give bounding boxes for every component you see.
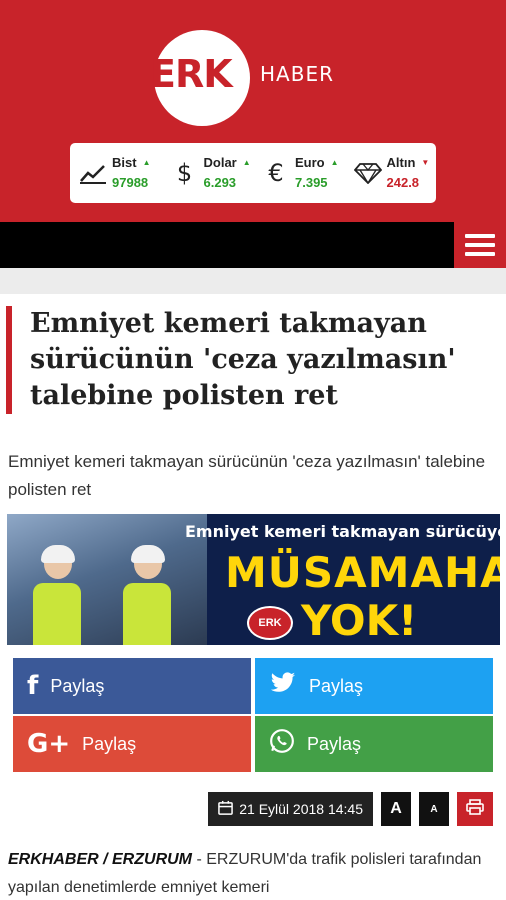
share-label: Paylaş bbox=[307, 733, 362, 754]
banner-logo: ERK bbox=[247, 606, 293, 640]
ticker-label: Altın bbox=[386, 155, 416, 170]
share-label: Paylaş bbox=[50, 675, 105, 696]
market-ticker: Bist ▲ 97988 $ Dolar ▲ 6.293 € Euro ▲ 7.395… bbox=[70, 143, 436, 203]
menu-line bbox=[465, 252, 495, 256]
ticker-item-altin: Altın ▼ 242.8 bbox=[345, 143, 437, 203]
calendar-icon bbox=[218, 800, 234, 819]
article-summary: Emniyet kemeri takmayan sürücünün 'ceza … bbox=[8, 452, 486, 499]
site-logo[interactable]: ERK HABER bbox=[150, 30, 362, 126]
article-toolbar: 21 Eylül 2018 14:45 A A bbox=[208, 792, 493, 826]
source-separator: - bbox=[192, 851, 207, 868]
police-officer bbox=[117, 545, 177, 645]
twitter-icon bbox=[269, 671, 297, 701]
share-google-plus-button[interactable]: G+ Paylaş bbox=[13, 716, 251, 772]
decrease-font-button[interactable]: A bbox=[419, 792, 449, 826]
article-body: ERKHABER / ERZURUM - ERZURUM'da trafik p… bbox=[8, 846, 500, 900]
share-whatsapp-button[interactable]: Paylaş bbox=[255, 716, 493, 772]
trend-up-icon: ▲ bbox=[242, 158, 251, 167]
publish-date-text: 21 Eylül 2018 14:45 bbox=[239, 801, 363, 817]
dollar-icon: $ bbox=[176, 159, 193, 187]
share-label: Paylaş bbox=[309, 675, 364, 696]
ticker-value: 6.293 bbox=[203, 175, 237, 190]
ticker-label: Bist bbox=[112, 155, 137, 170]
print-icon bbox=[466, 799, 484, 819]
ticker-value: 242.8 bbox=[386, 175, 420, 190]
share-facebook-button[interactable]: f Paylaş bbox=[13, 658, 251, 714]
banner-headline: Emniyet kemeri takmayan sürücüye bbox=[185, 522, 500, 541]
share-twitter-button[interactable]: Paylaş bbox=[255, 658, 493, 714]
increase-font-button[interactable]: A bbox=[381, 792, 411, 826]
ticker-value: 97988 bbox=[112, 175, 149, 190]
ticker-value: 7.395 bbox=[295, 175, 328, 190]
article-hero-image: Emniyet kemeri takmayan sürücüye MÜSAMAH… bbox=[7, 514, 500, 645]
ticker-item-bist: Bist ▲ 97988 bbox=[70, 143, 162, 203]
logo-wordmark: HABER bbox=[260, 62, 334, 86]
share-buttons: f Paylaş Paylaş G+ Paylaş Paylaş bbox=[13, 658, 493, 772]
ticker-item-euro: € Euro ▲ 7.395 bbox=[253, 143, 345, 203]
trend-up-icon: ▲ bbox=[330, 158, 339, 167]
menu-line bbox=[465, 234, 495, 238]
banner-highlight: MÜSAMAHA bbox=[225, 548, 500, 597]
section-divider bbox=[0, 268, 506, 294]
ticker-label: Euro bbox=[295, 155, 325, 170]
ticker-label: Dolar bbox=[203, 155, 237, 170]
share-label: Paylaş bbox=[82, 733, 137, 754]
article-source: ERKHABER / ERZURUM bbox=[8, 851, 192, 868]
police-photo bbox=[7, 514, 207, 645]
publish-date: 21 Eylül 2018 14:45 bbox=[208, 792, 373, 826]
euro-icon: € bbox=[268, 159, 284, 187]
logo-mark: ERK bbox=[150, 52, 233, 96]
site-header: ERK HABER Bist ▲ 97988 $ Dolar ▲ 6.293 € E… bbox=[0, 0, 506, 222]
diamond-icon bbox=[353, 158, 383, 188]
nav-bar bbox=[0, 222, 506, 268]
trend-up-icon: ▲ bbox=[142, 158, 151, 167]
hamburger-menu-button[interactable] bbox=[454, 222, 506, 268]
menu-line bbox=[465, 243, 495, 247]
banner-highlight-2: YOK! bbox=[301, 596, 418, 645]
facebook-icon: f bbox=[27, 671, 39, 701]
article-title: Emniyet kemeri takmayan sürücünün 'ceza … bbox=[30, 308, 456, 411]
article-title-block: Emniyet kemeri takmayan sürücünün 'ceza … bbox=[6, 306, 500, 414]
chart-up-icon bbox=[78, 158, 108, 188]
whatsapp-icon bbox=[269, 728, 295, 761]
police-officer bbox=[27, 545, 87, 645]
trend-down-icon: ▼ bbox=[421, 158, 430, 167]
print-button[interactable] bbox=[457, 792, 493, 826]
ticker-item-dolar: $ Dolar ▲ 6.293 bbox=[162, 143, 254, 203]
google-plus-icon: G+ bbox=[27, 729, 71, 759]
